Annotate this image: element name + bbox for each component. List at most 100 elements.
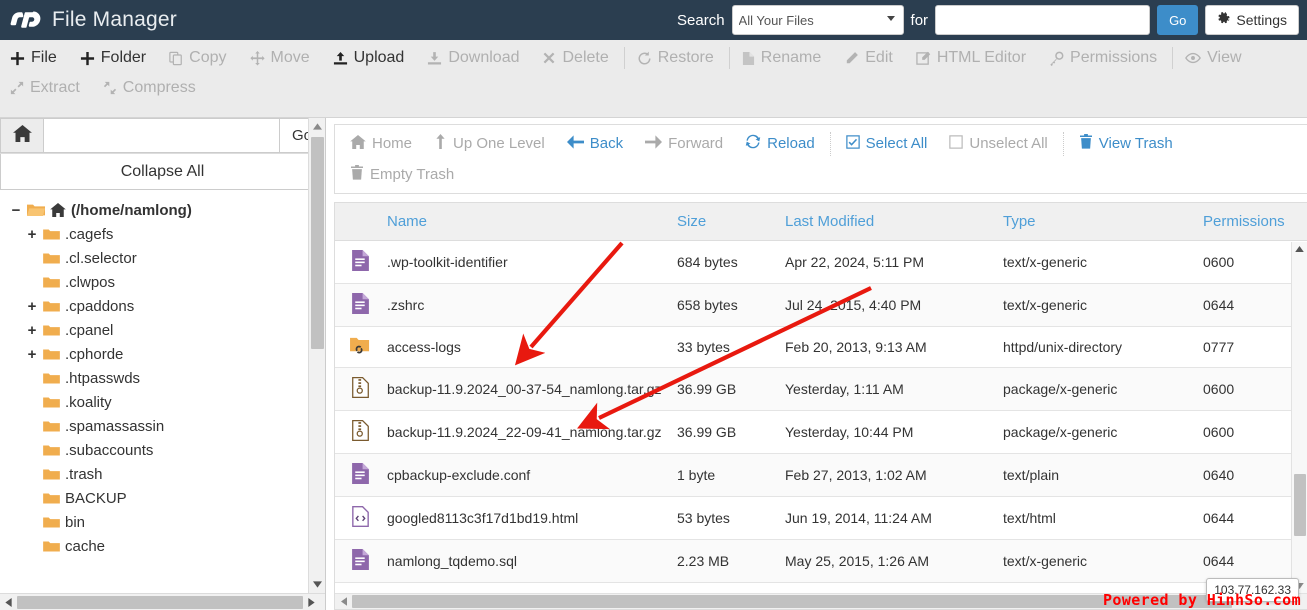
tree-node-label: BACKUP [65,489,127,507]
column-header-permissions[interactable]: Permissions [1197,202,1307,241]
tree-node-backup[interactable]: BACKUP [0,486,325,510]
expand-toggle-icon[interactable]: + [26,346,38,363]
download-button[interactable]: Download [417,43,532,73]
sidebar-horizontal-scrollbar[interactable] [0,593,325,610]
file-name-cell[interactable]: .zshrc [381,283,671,327]
nav-forward-button[interactable]: Forward [634,129,734,159]
table-row[interactable]: backup-11.9.2024_00-37-54_namlong.tar.gz… [335,367,1307,411]
search-area: Search All Your Files for Go Settings [677,5,1299,35]
copy-button[interactable]: Copy [159,43,239,73]
table-row[interactable]: cpbackup-exclude.conf 1 byte Feb 27, 201… [335,453,1307,497]
tree-node-cagefs[interactable]: + .cagefs [0,222,325,246]
tree-node-cpaddons[interactable]: + .cpaddons [0,294,325,318]
page-title: File Manager [52,8,177,31]
tree-node-cache[interactable]: cache [0,534,325,558]
compress-button[interactable]: Compress [93,73,209,103]
folder-icon [43,324,60,337]
folder-icon [43,348,60,361]
table-row[interactable]: .wp-toolkit-identifier 684 bytes Apr 22,… [335,240,1307,284]
column-header-size[interactable]: Size [671,202,779,241]
upload-button[interactable]: Upload [323,43,418,73]
search-go-button[interactable]: Go [1157,5,1199,35]
file-table-body: .wp-toolkit-identifier 684 bytes Apr 22,… [335,240,1307,609]
column-header-name[interactable]: Name [381,202,671,241]
file-name-cell[interactable]: namlong_tqdemo.sql [381,539,671,583]
permissions-button[interactable]: Permissions [1039,43,1170,73]
expand-toggle-icon[interactable]: + [26,226,38,243]
settings-button[interactable]: Settings [1205,5,1299,35]
move-button[interactable]: Move [240,43,323,73]
sidebar-home-button[interactable] [0,118,43,153]
file-name-cell[interactable]: .wp-toolkit-identifier [381,240,671,284]
file-manager-app: File Manager Search All Your Files for G… [0,0,1307,610]
collapse-all-button[interactable]: Collapse All [0,154,325,190]
file-list-hscroll-thumb[interactable] [352,595,1232,608]
copy-icon [169,51,183,66]
folder-icon [43,276,60,289]
tree-node-home[interactable]: − (/home/namlong) [0,198,325,222]
scroll-up-arrow-icon[interactable] [1292,242,1307,256]
file-name: access-logs [387,338,461,355]
nav-up-one-level-button[interactable]: Up One Level [423,128,556,159]
new-file-button[interactable]: File [0,43,70,73]
nav-home-button[interactable]: Home [339,129,423,159]
extract-button[interactable]: Extract [0,73,93,103]
tree-node-cpanel[interactable]: + .cpanel [0,318,325,342]
sidebar-vertical-scrollbar[interactable] [308,118,325,593]
file-name-cell[interactable]: googled8113c3f17d1bd19.html [381,496,671,540]
sidebar-scroll-thumb[interactable] [311,137,324,349]
tree-node-label: bin [65,513,86,531]
expand-toggle-icon[interactable]: + [26,322,38,339]
scroll-down-arrow-icon[interactable] [309,576,325,593]
nav-unselect-all-button[interactable]: Unselect All [938,129,1058,159]
file-name-cell[interactable]: backup-11.9.2024_00-37-54_namlong.tar.gz [381,367,671,411]
file-name: cpbackup-exclude.conf [387,466,531,483]
tree-node-clwpos[interactable]: .clwpos [0,270,325,294]
table-row[interactable]: namlong_tqdemo.sql 2.23 MB May 25, 2015,… [335,539,1307,583]
nav-back-button[interactable]: Back [556,129,634,159]
rename-button[interactable]: Rename [732,43,834,73]
nav-home-label: Home [372,135,413,152]
file-name-cell[interactable]: cpbackup-exclude.conf [381,453,671,497]
file-name-cell[interactable]: backup-11.9.2024_22-09-41_namlong.tar.gz [381,410,671,454]
file-list-vertical-scrollbar[interactable] [1291,242,1307,593]
table-row[interactable]: backup-11.9.2024_22-09-41_namlong.tar.gz… [335,410,1307,454]
file-icon-cell [335,240,381,284]
edit-button[interactable]: Edit [834,43,906,73]
search-scope-select[interactable]: All Your Files [731,5,904,35]
nav-reload-button[interactable]: Reload [734,128,826,159]
nav-empty-trash-button[interactable]: Empty Trash [339,159,465,190]
tree-node-trash[interactable]: .trash [0,462,325,486]
new-folder-button[interactable]: Folder [70,43,159,73]
scroll-up-arrow-icon[interactable] [309,118,325,135]
html-editor-button[interactable]: HTML Editor [906,43,1039,73]
delete-button[interactable]: Delete [532,43,621,73]
restore-button[interactable]: Restore [627,43,727,73]
scroll-left-arrow-icon[interactable] [0,594,17,610]
table-row[interactable]: access-logs 33 bytes Feb 20, 2013, 9:13 … [335,326,1307,368]
file-name-cell[interactable]: access-logs [381,326,671,368]
nav-select-all-button[interactable]: Select All [835,129,939,159]
table-row[interactable]: .zshrc 658 bytes Jul 24, 2015, 4:40 PM t… [335,283,1307,327]
path-input[interactable] [43,118,279,153]
search-input[interactable] [935,5,1151,35]
tree-node-cphorde[interactable]: + .cphorde [0,342,325,366]
tree-node-koality[interactable]: .koality [0,390,325,414]
column-header-last-modified[interactable]: Last Modified [779,202,997,241]
nav-forward-label: Forward [668,135,724,152]
scroll-left-arrow-icon[interactable] [335,593,352,609]
column-header-type[interactable]: Type [997,202,1197,241]
view-button[interactable]: View [1175,43,1254,73]
table-row[interactable]: googled8113c3f17d1bd19.html 53 bytes Jun… [335,496,1307,540]
expand-toggle-icon[interactable]: + [26,298,38,315]
tree-node-cl-selector[interactable]: .cl.selector [0,246,325,270]
tree-node-htpasswds[interactable]: .htpasswds [0,366,325,390]
scroll-right-arrow-icon[interactable] [303,594,320,610]
tree-node-bin[interactable]: bin [0,510,325,534]
tree-node-spamassassin[interactable]: .spamassassin [0,414,325,438]
file-list-scroll-thumb[interactable] [1294,474,1306,536]
collapse-toggle-icon[interactable]: − [10,202,22,219]
sidebar-hscroll-thumb[interactable] [17,595,303,609]
tree-node-subaccounts[interactable]: .subaccounts [0,438,325,462]
nav-view-trash-button[interactable]: View Trash [1068,128,1184,159]
